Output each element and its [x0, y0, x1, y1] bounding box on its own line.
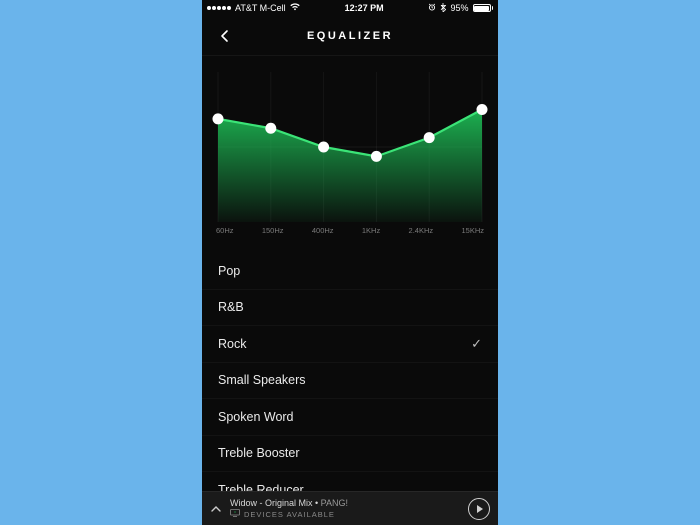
frequency-label: 1KHz [362, 226, 380, 235]
preset-item[interactable]: Treble Reducer✓ [202, 472, 498, 491]
play-button[interactable] [468, 498, 490, 520]
eq-handle[interactable] [265, 123, 276, 134]
preset-label: Rock [218, 337, 246, 351]
equalizer-chart[interactable]: 60Hz 150Hz 400Hz 1KHz 2.4KHz 15KHz [202, 56, 498, 243]
frequency-label: 400Hz [312, 226, 334, 235]
checkmark-icon: ✓ [471, 336, 482, 352]
preset-label: Spoken Word [218, 410, 294, 424]
play-icon [477, 505, 483, 513]
back-button[interactable] [210, 16, 240, 55]
phone-screen: AT&T M-Cell 12:27 PM 95% EQUALIZER [202, 0, 498, 525]
bluetooth-icon [440, 3, 446, 14]
frequency-label: 15KHz [461, 226, 484, 235]
preset-label: Pop [218, 264, 240, 278]
eq-handle[interactable] [213, 113, 224, 124]
now-playing-info: Widow - Original Mix • PANG! DEVICES AVA… [230, 498, 462, 519]
preset-item[interactable]: R&B✓ [202, 290, 498, 327]
status-right: 95% [428, 3, 493, 14]
preset-item[interactable]: Small Speakers✓ [202, 363, 498, 400]
header: EQUALIZER [202, 16, 498, 56]
preset-item[interactable]: Pop✓ [202, 253, 498, 290]
eq-handle[interactable] [477, 104, 488, 115]
chevron-left-icon [218, 29, 232, 43]
preset-item[interactable]: Treble Booster✓ [202, 436, 498, 473]
preset-label: Treble Reducer [218, 483, 304, 491]
preset-label: Treble Booster [218, 446, 300, 460]
clock: 12:27 PM [300, 3, 429, 13]
alarm-icon [428, 3, 436, 13]
frequency-label: 60Hz [216, 226, 234, 235]
track-artist: PANG! [321, 498, 348, 508]
carrier-label: AT&T M-Cell [235, 3, 286, 13]
chevron-up-icon [210, 503, 222, 515]
now-playing-bar[interactable]: Widow - Original Mix • PANG! DEVICES AVA… [202, 491, 498, 525]
eq-handle[interactable] [371, 151, 382, 162]
devices-icon [230, 509, 240, 519]
track-title: Widow - Original Mix [230, 498, 313, 508]
frequency-label: 2.4KHz [409, 226, 434, 235]
expand-player-button[interactable] [208, 503, 224, 515]
eq-handle[interactable] [318, 142, 329, 153]
frequency-label: 150Hz [262, 226, 284, 235]
devices-label: DEVICES AVAILABLE [244, 510, 335, 519]
signal-strength-icon [207, 6, 231, 10]
battery-icon [473, 4, 494, 12]
status-left: AT&T M-Cell [207, 3, 300, 13]
battery-percent: 95% [450, 3, 468, 13]
preset-item[interactable]: Spoken Word✓ [202, 399, 498, 436]
preset-item[interactable]: Rock ✓ [202, 326, 498, 363]
page-title: EQUALIZER [202, 30, 498, 42]
preset-label: Small Speakers [218, 373, 306, 387]
eq-handle[interactable] [424, 132, 435, 143]
wifi-icon [290, 3, 300, 13]
preset-label: R&B [218, 300, 244, 314]
frequency-axis: 60Hz 150Hz 400Hz 1KHz 2.4KHz 15KHz [212, 222, 488, 235]
status-bar: AT&T M-Cell 12:27 PM 95% [202, 0, 498, 16]
preset-list: Pop✓R&B✓ Rock ✓ Small Speakers✓Spoken Word✓… [202, 253, 498, 491]
